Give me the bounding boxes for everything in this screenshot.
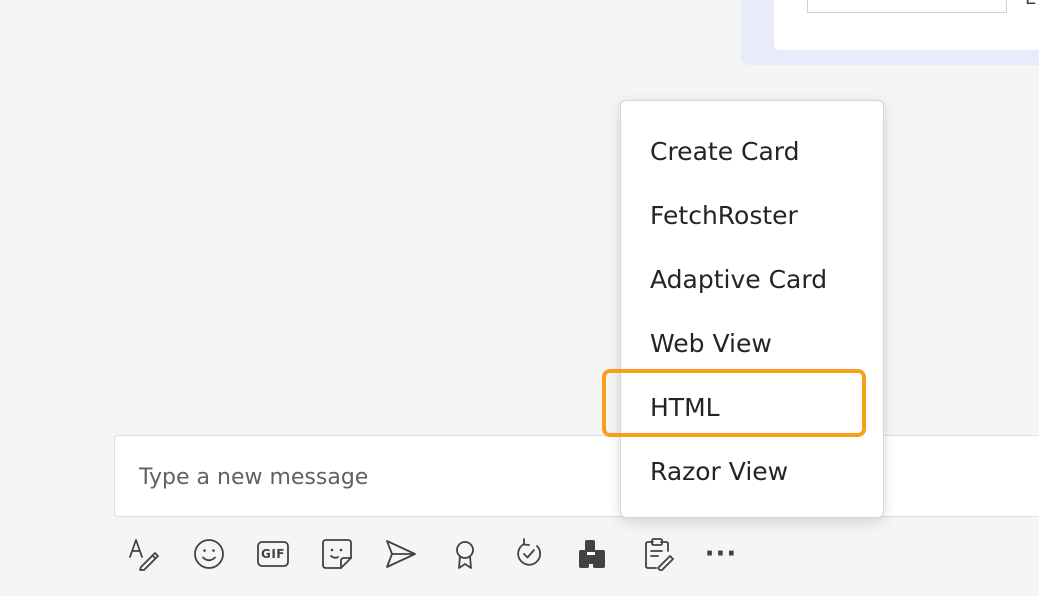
sticker-icon (322, 539, 352, 569)
format-button[interactable] (120, 530, 168, 578)
menu-item-razor-view[interactable]: Razor View (621, 440, 883, 504)
praise-button[interactable] (441, 530, 489, 578)
compose-box[interactable] (114, 435, 1039, 517)
emoji-icon (194, 539, 224, 569)
loop-icon (517, 538, 542, 566)
card-input-field[interactable] (807, 0, 1007, 13)
apps-button[interactable] (569, 530, 617, 578)
command-menu: Create Card FetchRoster Adaptive Card We… (620, 100, 884, 518)
menu-item-fetchroster[interactable]: FetchRoster (621, 184, 883, 248)
previous-message-bubble: E (741, 0, 1039, 65)
format-icon (129, 539, 159, 571)
menu-item-web-view[interactable]: Web View (621, 312, 883, 376)
adaptive-card-preview: E (774, 0, 1039, 50)
notes-icon (645, 538, 674, 571)
menu-item-html[interactable]: HTML (621, 376, 883, 440)
message-input[interactable] (139, 460, 599, 494)
schedule-send-icon (386, 540, 416, 568)
card-partial-text: E (1025, 0, 1036, 8)
schedule-send-button[interactable] (377, 530, 425, 578)
gif-button[interactable]: GIF (249, 530, 297, 578)
praise-icon (456, 541, 474, 569)
gif-label: GIF (260, 547, 285, 561)
sticker-button[interactable] (313, 530, 361, 578)
menu-item-create-card[interactable]: Create Card (621, 120, 883, 184)
emoji-button[interactable] (185, 530, 233, 578)
teams-chat-window: E Create Card FetchRoster Adaptive Card … (0, 0, 1039, 596)
notes-button[interactable] (633, 530, 681, 578)
more-options-icon: ··· (704, 539, 738, 569)
loop-button[interactable] (505, 530, 553, 578)
menu-item-adaptive-card[interactable]: Adaptive Card (621, 248, 883, 312)
more-options-button[interactable]: ··· (697, 530, 745, 578)
apps-icon (579, 540, 605, 568)
